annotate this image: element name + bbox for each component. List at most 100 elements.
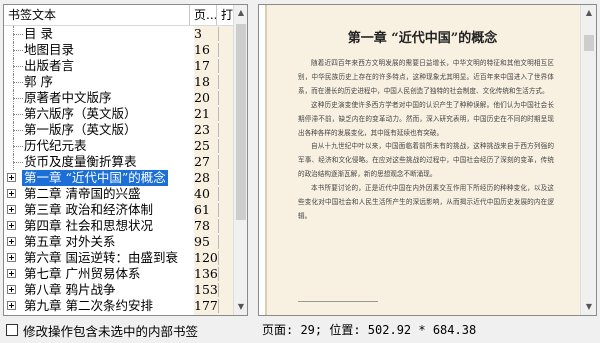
bookmark-open-cell[interactable] xyxy=(218,123,229,137)
tree-row[interactable]: 历代纪元表 25 xyxy=(4,138,247,154)
scroll-thumb[interactable] xyxy=(236,24,246,220)
expand-plus-icon[interactable] xyxy=(7,285,16,294)
tree-connector xyxy=(13,66,23,67)
preview-scrollbar[interactable]: ▲ ▼ xyxy=(580,5,596,315)
tree-row[interactable]: 第八章 鸦片战争 153 xyxy=(4,282,247,298)
bookmark-open-cell[interactable] xyxy=(218,139,229,153)
bookmark-title[interactable]: 第四章 社会和思想状况 xyxy=(24,218,153,234)
expand-plus-icon[interactable] xyxy=(7,205,16,214)
bookmark-title[interactable]: 货币及度量衡折算表 xyxy=(24,154,137,170)
page-paragraph: 随着近四百年来西方文明发展的需要日益增长，中华文明的特征和其他文明相互区别，中华… xyxy=(298,59,554,95)
bookmark-title[interactable]: 第九章 第二次条约安排 xyxy=(24,298,153,314)
bookmark-title[interactable]: 第五章 对外关系 xyxy=(24,234,115,250)
tree-row[interactable]: 郭 序 18 xyxy=(4,74,247,90)
bookmark-title[interactable]: 目 录 xyxy=(24,26,53,42)
expand-plus-icon[interactable] xyxy=(7,301,16,310)
tree-connector xyxy=(13,146,23,147)
bookmark-title[interactable]: 地图目录 xyxy=(24,42,74,58)
tree-row[interactable]: 目 录3 xyxy=(4,26,247,42)
bookmark-title[interactable]: 历代纪元表 xyxy=(24,138,87,154)
tree-header: 书签文本 页... 打 xyxy=(4,5,233,26)
bookmark-title[interactable]: 第十章 太平天国革命、捻军... xyxy=(24,314,190,315)
column-header-page[interactable]: 页... xyxy=(190,5,217,25)
tree-connector xyxy=(13,98,23,99)
expand-plus-icon[interactable] xyxy=(7,237,16,246)
scroll-down-icon[interactable]: ▼ xyxy=(581,299,596,315)
bookmark-open-cell[interactable] xyxy=(218,91,229,105)
scroll-up-icon[interactable]: ▲ xyxy=(581,5,596,21)
tree-connector xyxy=(13,50,23,51)
tree-row[interactable]: 第七章 广州贸易体系 136 xyxy=(4,266,247,282)
tree-row[interactable]: 原著者中文版序 20 xyxy=(4,90,247,106)
tree-connector xyxy=(13,162,23,163)
bookmark-title[interactable]: 第三章 政治和经济体制 xyxy=(24,202,153,218)
expand-plus-icon[interactable] xyxy=(7,221,16,230)
tree-row[interactable]: 出版者言 17 xyxy=(4,58,247,74)
bookmark-title[interactable]: 第七章 广州贸易体系 xyxy=(24,266,140,282)
bookmark-title[interactable]: 原著者中文版序 xyxy=(24,90,112,106)
scroll-thumb[interactable] xyxy=(584,35,594,51)
bookmark-open-cell[interactable] xyxy=(218,299,229,313)
bookmark-title[interactable]: 第八章 鸦片战争 xyxy=(24,282,115,298)
bookmark-title[interactable]: 出版者言 xyxy=(24,58,74,74)
tree-row[interactable]: 第六章 国运逆转：由盛到衰 120 xyxy=(4,250,247,266)
scroll-down-icon[interactable]: ▼ xyxy=(234,299,247,315)
expand-plus-icon[interactable] xyxy=(7,189,16,198)
bookmark-title[interactable]: 第一章 “近代中国”的概念 xyxy=(22,170,168,186)
bookmark-open-cell[interactable] xyxy=(218,75,229,89)
bookmark-open-cell[interactable] xyxy=(218,155,229,169)
position-status: 页面: 29; 位置: 502.92 * 684.38 xyxy=(262,323,477,337)
include-children-checkbox[interactable] xyxy=(6,324,18,336)
tree-row[interactable]: 第六版序（英文版） 21 xyxy=(4,106,247,122)
bookmark-open-cell[interactable] xyxy=(218,171,229,185)
tree-row[interactable]: 地图目录 16 xyxy=(4,42,247,58)
expand-plus-icon[interactable] xyxy=(7,253,16,262)
tree-connector xyxy=(13,82,23,83)
column-header-open[interactable]: 打 xyxy=(217,5,233,25)
tree-row[interactable]: 第四章 社会和思想状况 78 xyxy=(4,218,247,234)
page-preview[interactable]: 第一章 “近代中国”的概念 随着近四百年来西方文明发展的需要日益增长，中华文明的… xyxy=(258,4,597,316)
pdf-page: 第一章 “近代中国”的概念 随着近四百年来西方文明发展的需要日益增长，中华文明的… xyxy=(265,5,580,315)
page-body: 随着近四百年来西方文明发展的需要日益增长，中华文明的特征和其他文明相互区别，中华… xyxy=(298,57,554,224)
bookmark-title[interactable]: 第二章 清帝国的兴盛 xyxy=(24,186,140,202)
tree-scrollbar[interactable]: ▲ ▼ xyxy=(233,5,247,315)
bookmark-title[interactable]: 第一版序（英文版） xyxy=(24,122,137,138)
page-heading: 第一章 “近代中国”的概念 xyxy=(347,31,498,46)
bookmark-open-cell[interactable] xyxy=(218,267,229,281)
tree-row[interactable]: 第一章 “近代中国”的概念 28 xyxy=(4,170,247,186)
tree-row[interactable]: 货币及度量衡折算表 27 xyxy=(4,154,247,170)
page-paragraph: 这种历史演变使许多西方学者对中国的认识产生了种种误解。他们认为中国社会长期停滞不… xyxy=(298,100,554,137)
bookmark-open-cell[interactable] xyxy=(218,203,229,217)
tree-row[interactable]: 第九章 第二次条约安排 177 xyxy=(4,298,247,314)
bookmark-open-cell[interactable] xyxy=(218,27,229,41)
bookmark-open-cell[interactable] xyxy=(218,235,229,249)
bookmark-open-cell[interactable] xyxy=(218,187,229,201)
bookmark-title[interactable]: 第六章 国运逆转：由盛到衰 xyxy=(24,250,178,266)
tree-row[interactable]: 第一版序（英文版） 23 xyxy=(4,122,247,138)
expand-plus-icon[interactable] xyxy=(7,269,16,278)
bookmark-tree[interactable]: 书签文本 页... 打 目 录 3 地图目录 16 出版者言 17 郭 序 18 原著者中文版序… xyxy=(3,4,248,316)
include-children-label[interactable]: 修改操作包含未选中的内部书签 xyxy=(23,321,198,340)
tree-row[interactable]: 第三章 政治和经济体制 61 xyxy=(4,202,247,218)
tree-row[interactable]: 第十章 太平天国革命、捻军...197 xyxy=(4,314,247,316)
bookmark-open-cell[interactable] xyxy=(218,251,229,265)
tree-row[interactable]: 第二章 清帝国的兴盛 40 xyxy=(4,186,247,202)
bookmark-open-cell[interactable] xyxy=(218,283,229,297)
page-paragraph: 自从十九世纪中叶以来，中国面临着前所未有的挑战，这种挑战来自于西方列强的军事、经… xyxy=(298,142,554,179)
bookmark-title[interactable]: 郭 序 xyxy=(24,74,53,90)
tree-connector xyxy=(13,114,23,115)
bookmark-open-cell[interactable] xyxy=(218,43,229,57)
bottom-bar: 修改操作包含未选中的内部书签 页面: 29; 位置: 502.92 * 684.… xyxy=(0,318,600,343)
bookmark-open-cell[interactable] xyxy=(218,219,229,233)
bookmark-open-cell[interactable] xyxy=(218,107,229,121)
panel-splitter[interactable] xyxy=(252,4,255,316)
tree-connector xyxy=(13,34,23,35)
scroll-up-icon[interactable]: ▲ xyxy=(234,5,247,21)
expand-plus-icon[interactable] xyxy=(7,173,16,182)
tree-row[interactable]: 第五章 对外关系 95 xyxy=(4,234,247,250)
bookmark-title[interactable]: 第六版序（英文版） xyxy=(24,106,137,122)
bookmark-open-cell[interactable] xyxy=(218,59,229,73)
column-header-text[interactable]: 书签文本 xyxy=(4,5,190,25)
bookmark-open-cell[interactable] xyxy=(218,315,229,316)
footnote-rule xyxy=(298,301,378,302)
